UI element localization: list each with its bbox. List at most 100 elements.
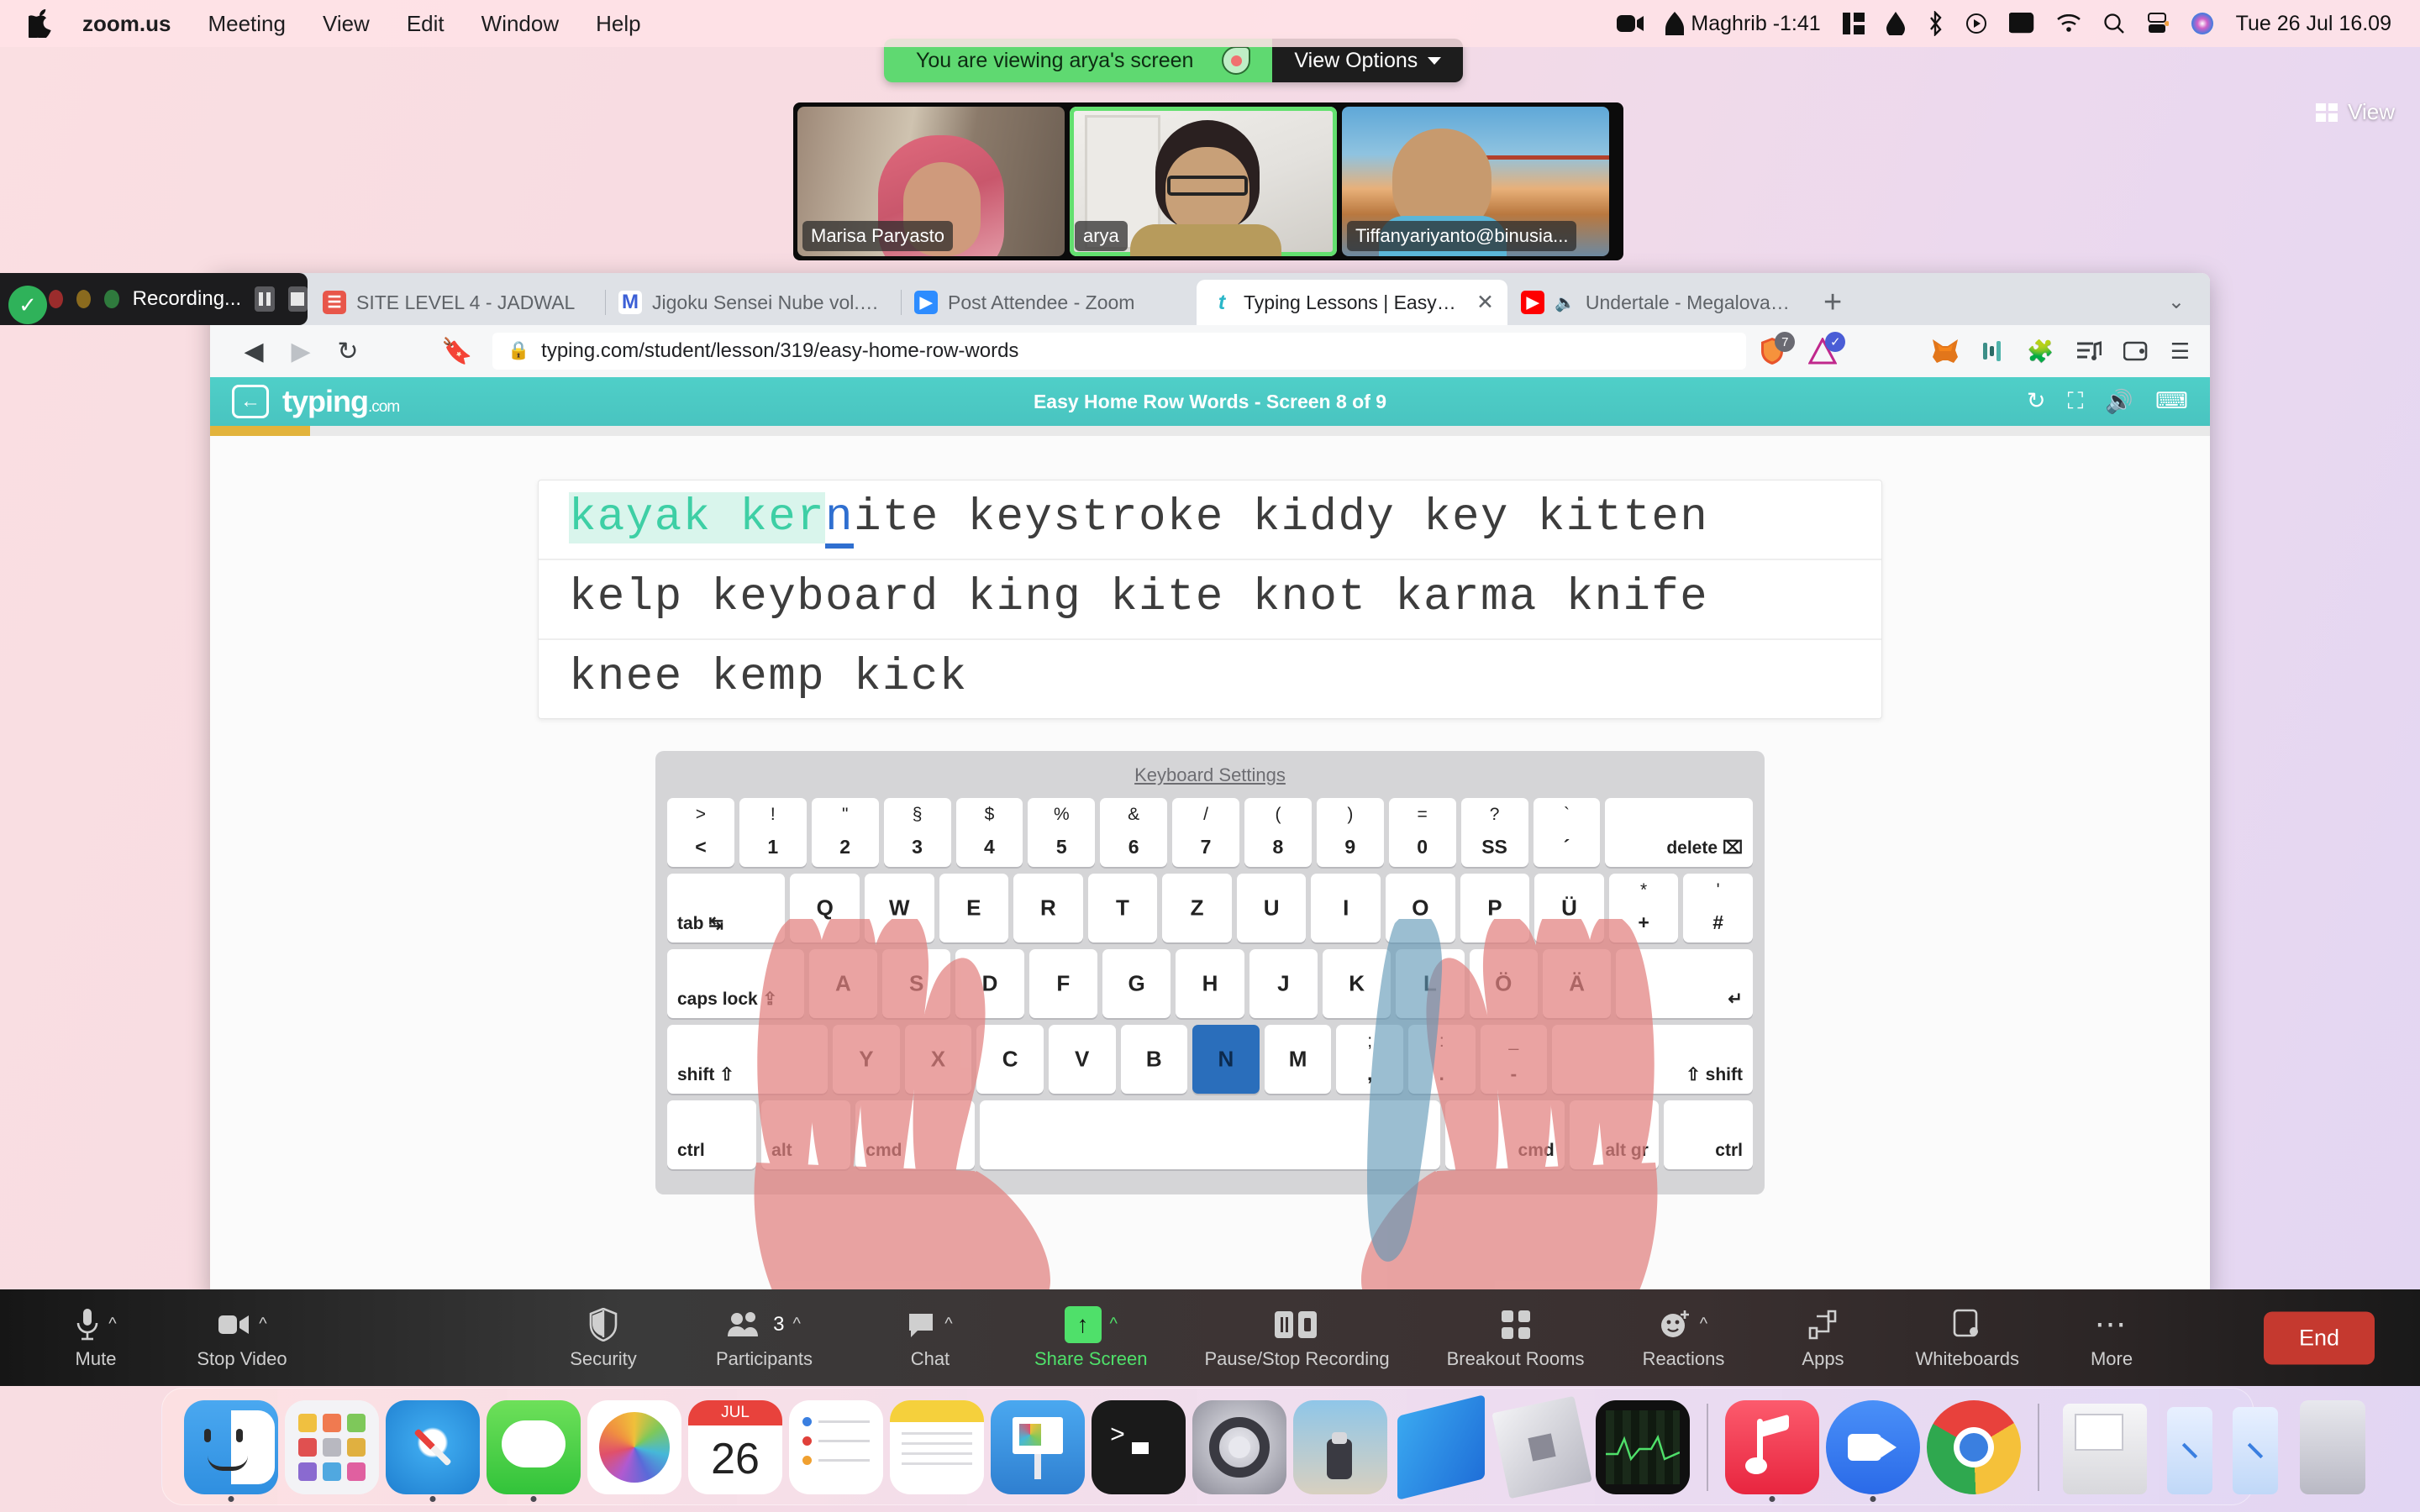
toolbar-share-screen-button[interactable]: ↑ ^ Share Screen: [1023, 1305, 1160, 1370]
keyboard-key-ctrl[interactable]: ctrl: [667, 1100, 757, 1169]
keyboard-key-ctrl[interactable]: ctrl: [1663, 1100, 1753, 1169]
keyboard-key-alt-gr[interactable]: alt gr: [1569, 1100, 1659, 1169]
dock-item-roblox[interactable]: [1491, 1395, 1592, 1499]
end-meeting-button[interactable]: End: [2263, 1311, 2375, 1364]
camera-icon[interactable]: [1617, 13, 1644, 34]
droplet-icon[interactable]: [1886, 12, 1905, 35]
trash-icon[interactable]: [2300, 1400, 2365, 1494]
wallet-icon[interactable]: [2123, 340, 2149, 362]
keyboard-key-e[interactable]: E: [939, 874, 1009, 942]
extensions-puzzle-icon[interactable]: 🧩: [2027, 339, 2054, 365]
control-center-icon[interactable]: [2147, 13, 2169, 34]
toolbar-apps-button[interactable]: Apps: [1764, 1306, 1881, 1370]
keyboard-key-caps-lock[interactable]: caps lock ⇪: [667, 949, 804, 1018]
chevron-up-icon[interactable]: ^: [108, 1315, 116, 1334]
keyboard-key-5[interactable]: % 5: [1028, 798, 1096, 867]
toolbar-participants-button[interactable]: 3 ^ Participants: [704, 1306, 824, 1370]
dock-item-notes[interactable]: [890, 1400, 984, 1494]
dock-item-safari[interactable]: [386, 1400, 480, 1502]
keyboard-key-delete[interactable]: delete ⌧: [1605, 798, 1754, 867]
keyboard-key-t[interactable]: T: [1087, 874, 1158, 942]
dock-item-screenshot[interactable]: [1293, 1400, 1387, 1494]
browser-tab-post-attendee-zoom[interactable]: ▶ Post Attendee - Zoom: [901, 280, 1197, 325]
keyboard-key-key[interactable]: Ö: [1469, 949, 1538, 1018]
dock-item-transmit[interactable]: [1394, 1394, 1488, 1500]
dock-item-calendar[interactable]: JUL 26: [688, 1400, 782, 1494]
toolbar-chat-button[interactable]: ^ Chat: [871, 1306, 989, 1370]
stats-icon[interactable]: [1842, 13, 1865, 34]
keyboard-key-1[interactable]: ! 1: [739, 798, 807, 867]
dock-item-finder[interactable]: [184, 1400, 278, 1502]
keyboard-key-3[interactable]: § 3: [883, 798, 951, 867]
keyboard-key-r[interactable]: R: [1013, 874, 1083, 942]
keyboard-key-key[interactable]: ' #: [1683, 874, 1753, 942]
keyboard-key-n[interactable]: N: [1192, 1025, 1260, 1094]
reload-icon[interactable]: ↻: [324, 328, 371, 375]
keyboard-key-key[interactable]: ` ´: [1533, 798, 1601, 867]
keyboard-key-u[interactable]: U: [1236, 874, 1307, 942]
hamburger-menu-icon[interactable]: ☰: [2170, 339, 2190, 365]
menubar-item-help[interactable]: Help: [577, 0, 659, 47]
forward-arrow-icon[interactable]: ▶: [277, 328, 324, 375]
keyboard-key-9[interactable]: ) 9: [1316, 798, 1384, 867]
close-icon[interactable]: ✕: [1468, 290, 1494, 315]
minimize-window-button[interactable]: [76, 290, 92, 308]
siri-icon[interactable]: [2191, 12, 2214, 35]
brave-shield-icon[interactable]: 7: [1758, 332, 1796, 365]
chevron-up-icon[interactable]: ^: [1110, 1315, 1118, 1334]
browser-tab-typing-lessons[interactable]: t Typing Lessons | Easy Home Ro ✕: [1197, 280, 1507, 325]
dock-item-messages[interactable]: [487, 1400, 581, 1502]
toolbar-stop-video-button[interactable]: ^ Stop Video: [183, 1306, 301, 1370]
keyboard-key-key[interactable]: * +: [1608, 874, 1679, 942]
back-arrow-icon[interactable]: ◀: [230, 328, 277, 375]
keyboard-key-4[interactable]: $4: [955, 798, 1023, 867]
keyboard-key-8[interactable]: (8: [1244, 798, 1312, 867]
participant-tile-marisa[interactable]: Marisa Paryasto: [797, 107, 1065, 256]
menubar-item-meeting[interactable]: Meeting: [189, 0, 304, 47]
participant-tile-tiffany[interactable]: Tiffanyariyanto@binusia...: [1342, 107, 1609, 256]
keyboard-key-d[interactable]: D: [955, 949, 1024, 1018]
sidebar-icon[interactable]: [1981, 339, 2005, 363]
keyboard-key-g[interactable]: G: [1102, 949, 1171, 1018]
toolbar-security-button[interactable]: Security: [544, 1306, 662, 1370]
keyboard-key-b[interactable]: B: [1120, 1025, 1188, 1094]
chevron-up-icon[interactable]: ^: [1700, 1315, 1707, 1334]
keyboard-key-o[interactable]: O: [1386, 874, 1455, 942]
browser-tab-jigoku-sensei-nube[interactable]: M Jigoku Sensei Nube vol.9 ch.74 - M: [605, 280, 901, 325]
dock-item-music[interactable]: [1725, 1400, 1819, 1502]
dock-item-chrome[interactable]: [1927, 1400, 2021, 1494]
keyboard-key-y[interactable]: Y: [833, 1025, 900, 1094]
keyboard-key-f[interactable]: F: [1028, 949, 1097, 1018]
chevron-up-icon[interactable]: ^: [792, 1315, 800, 1334]
keyboard-key-m[interactable]: M: [1264, 1025, 1332, 1094]
keyboard-key-l[interactable]: L: [1396, 949, 1465, 1018]
keyboard-key-shift[interactable]: ⇧ shift: [1552, 1025, 1753, 1094]
keyboard-key-key[interactable]: Ü: [1534, 874, 1604, 942]
keyboard-key-6[interactable]: & 6: [1100, 798, 1168, 867]
prayer-time-status[interactable]: Maghrib -1:41: [1665, 12, 1821, 36]
toolbar-whiteboards-button[interactable]: Whiteboards: [1903, 1306, 2031, 1370]
keyboard-key-a[interactable]: A: [808, 949, 877, 1018]
dock-item-launchpad[interactable]: [285, 1400, 379, 1494]
toolbar-breakout-rooms-button[interactable]: Breakout Rooms: [1435, 1306, 1597, 1370]
tab-audio-icon[interactable]: 🔈: [1555, 292, 1576, 313]
keyboard-settings-link[interactable]: Keyboard Settings: [667, 759, 1753, 798]
new-tab-button[interactable]: +: [1803, 280, 1862, 325]
keyboard-key-key[interactable]: ↵: [1616, 949, 1753, 1018]
sound-icon[interactable]: 🔊: [2105, 388, 2133, 415]
toolbar-mute-button[interactable]: ^ Mute: [37, 1306, 155, 1370]
dock-downloads-stack[interactable]: [2063, 1404, 2147, 1494]
search-icon[interactable]: [2103, 13, 2125, 34]
menubar-app-name[interactable]: zoom.us: [64, 0, 189, 47]
menubar-item-view[interactable]: View: [304, 0, 388, 47]
history-icon[interactable]: ↻: [2027, 388, 2046, 415]
toolbar-more-button[interactable]: ⋯ More: [2053, 1306, 2170, 1370]
display-icon[interactable]: [2008, 13, 2034, 34]
dock-file-2[interactable]: [2233, 1407, 2278, 1494]
keyboard-key-key[interactable]: [979, 1100, 1441, 1169]
keyboard-key-shift[interactable]: shift ⇧: [667, 1025, 829, 1094]
participant-tile-arya[interactable]: arya: [1070, 107, 1337, 256]
keyboard-key-key[interactable]: ;,: [1336, 1025, 1403, 1094]
keyboard-key-7[interactable]: /7: [1172, 798, 1239, 867]
dock-item-photos[interactable]: [587, 1400, 681, 1494]
